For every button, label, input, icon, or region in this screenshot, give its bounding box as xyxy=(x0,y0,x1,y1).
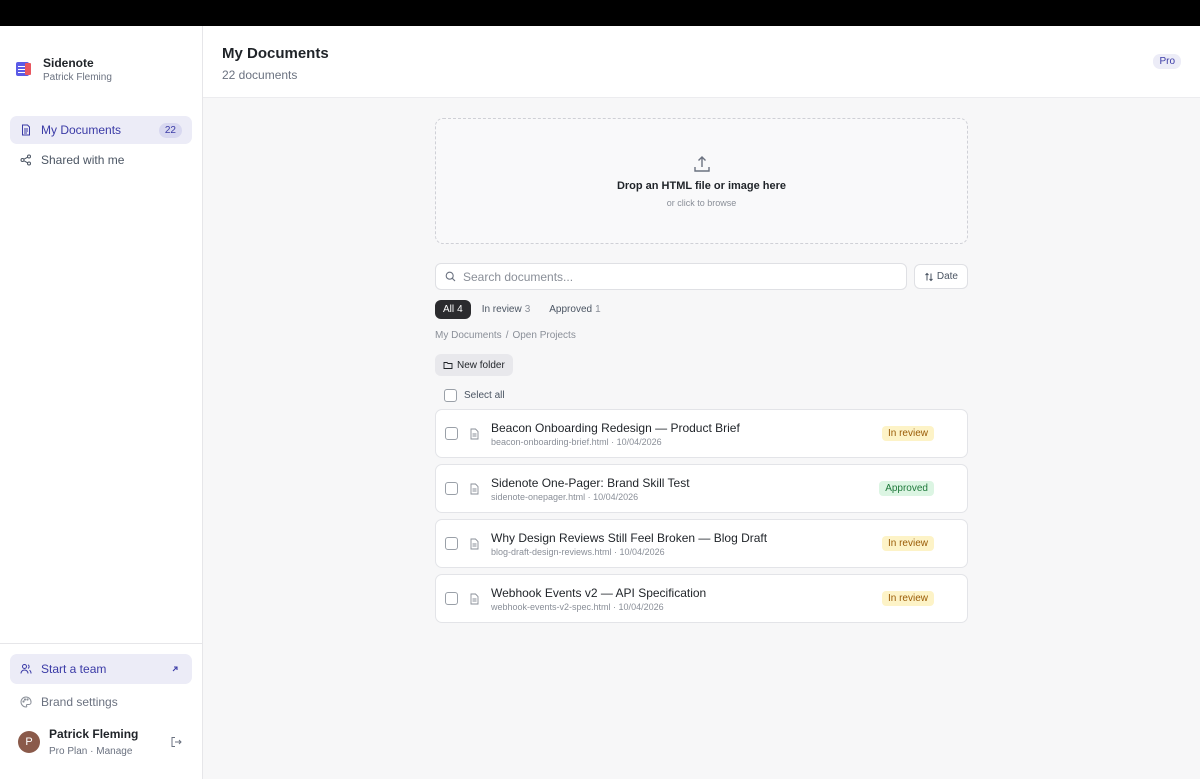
row-checkbox[interactable] xyxy=(445,592,458,605)
folder-icon xyxy=(443,360,453,370)
list-item[interactable]: Sidenote One-Pager: Brand Skill Test sid… xyxy=(435,464,968,513)
filter-tab-in-review[interactable]: In review 3 xyxy=(474,300,539,319)
palette-icon xyxy=(20,696,32,708)
app-window: Sidenote Patrick Fleming My Documents 22… xyxy=(0,26,1200,779)
document-list: Beacon Onboarding Redesign — Product Bri… xyxy=(435,409,968,623)
search-box xyxy=(435,263,907,290)
sidenote-logo-icon xyxy=(16,61,32,77)
sort-icon xyxy=(924,272,934,282)
users-icon xyxy=(20,663,32,675)
filter-label: Approved xyxy=(549,304,593,315)
upload-icon xyxy=(692,154,712,174)
brand-header: Sidenote Patrick Fleming xyxy=(0,26,202,98)
sidebar-item-shared-with-me[interactable]: Shared with me xyxy=(10,146,192,174)
app-name: Sidenote xyxy=(43,55,94,70)
status-badge: In review xyxy=(881,591,934,606)
user-name: Patrick Fleming xyxy=(49,727,139,741)
filter-label: In review xyxy=(481,304,522,315)
logout-icon[interactable] xyxy=(170,735,184,749)
brand-settings-label: Brand settings xyxy=(41,695,118,709)
new-folder-label: New folder xyxy=(457,359,505,371)
file-icon xyxy=(469,483,480,495)
filter-count: 3 xyxy=(524,304,531,315)
filter-tab-all[interactable]: All 4 xyxy=(435,300,471,319)
new-folder-button[interactable]: New folder xyxy=(435,354,513,376)
list-item[interactable]: Webhook Events v2 — API Specification we… xyxy=(435,574,968,623)
avatar: P xyxy=(18,731,40,753)
breadcrumb: My Documents / Open Projects xyxy=(435,330,968,341)
sidebar-item-label: My Documents xyxy=(41,123,122,137)
file-icon xyxy=(469,428,480,440)
sidebar-item-label: Shared with me xyxy=(41,153,125,167)
sort-label: Date xyxy=(936,271,958,282)
select-all-checkbox[interactable] xyxy=(444,389,457,402)
dropzone-title: Drop an HTML file or image here xyxy=(616,180,787,192)
filter-label: All xyxy=(443,304,455,315)
brand-settings-link[interactable]: Brand settings xyxy=(10,687,192,717)
row-checkbox[interactable] xyxy=(445,482,458,495)
status-badge: In review xyxy=(881,426,934,441)
document-icon xyxy=(20,124,32,136)
share-icon xyxy=(20,154,32,166)
status-badge: Approved xyxy=(879,481,934,496)
document-count-badge: 22 xyxy=(158,122,182,138)
file-icon xyxy=(469,593,480,605)
sidebar-nav: My Documents 22 Shared with me xyxy=(0,98,202,174)
search-icon xyxy=(445,271,456,282)
start-team-button[interactable]: Start a team xyxy=(10,654,192,684)
dropzone-subtitle: or click to browse xyxy=(666,198,737,208)
file-icon xyxy=(469,538,480,550)
filter-count: 1 xyxy=(595,304,601,315)
upload-dropzone[interactable]: Drop an HTML file or image here or click… xyxy=(435,118,968,244)
select-all-row[interactable]: Select all xyxy=(435,389,968,402)
select-all-label: Select all xyxy=(464,390,505,401)
documents-panel: Drop an HTML file or image here or click… xyxy=(435,118,968,629)
start-team-label: Start a team xyxy=(41,662,107,676)
page-subtitle: 22 documents xyxy=(222,68,298,82)
page-title: My Documents xyxy=(222,45,329,62)
main-content: My Documents 22 documents Pro Drop an HT… xyxy=(203,26,1200,779)
row-checkbox[interactable] xyxy=(445,537,458,550)
sidebar: Sidenote Patrick Fleming My Documents 22… xyxy=(0,26,203,779)
row-checkbox[interactable] xyxy=(445,427,458,440)
breadcrumb-separator: / xyxy=(505,330,509,341)
sidebar-item-my-documents[interactable]: My Documents 22 xyxy=(10,116,192,144)
arrow-up-right-icon xyxy=(170,663,182,675)
workspace-owner: Patrick Fleming xyxy=(43,71,112,83)
list-item[interactable]: Beacon Onboarding Redesign — Product Bri… xyxy=(435,409,968,458)
breadcrumb-current: Open Projects xyxy=(512,330,576,341)
status-filter-tabs: All 4 In review 3 Approved 1 xyxy=(435,300,968,319)
filter-tab-approved[interactable]: Approved 1 xyxy=(541,300,608,319)
breadcrumb-root[interactable]: My Documents xyxy=(435,330,502,341)
page-header: My Documents 22 documents Pro xyxy=(203,26,1200,98)
list-item[interactable]: Why Design Reviews Still Feel Broken — B… xyxy=(435,519,968,568)
filter-count: 4 xyxy=(457,304,463,315)
user-profile[interactable]: P Patrick Fleming Pro Plan · Manage xyxy=(10,719,192,757)
search-row: Date xyxy=(435,263,968,290)
status-badge: In review xyxy=(881,536,934,551)
sidebar-footer: Start a team Brand settings P Patrick Fl… xyxy=(0,643,202,779)
sort-button[interactable]: Date xyxy=(913,264,968,289)
plan-badge: Pro xyxy=(1153,54,1181,69)
search-input[interactable] xyxy=(463,269,897,284)
user-plan[interactable]: Pro Plan · Manage xyxy=(49,746,170,757)
